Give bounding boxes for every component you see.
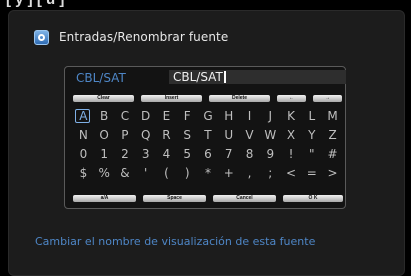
character-key[interactable]: = (301, 164, 322, 183)
space-key[interactable]: Space (143, 195, 206, 202)
character-key[interactable]: B (94, 107, 115, 126)
source-label: CBL/SAT (76, 71, 126, 85)
character-row: $% & '() * +,; < = > (73, 164, 343, 183)
ok-key[interactable]: O K (283, 195, 343, 202)
character-key[interactable]: & (115, 164, 136, 183)
window-title: Entradas/Renombrar fuente (59, 30, 229, 44)
character-key[interactable]: " (301, 145, 322, 164)
character-key[interactable]: C (115, 107, 136, 126)
character-key[interactable]: $ (73, 164, 94, 183)
character-key[interactable]: 3 (135, 145, 156, 164)
character-key[interactable]: 0 (73, 145, 94, 164)
cursor-left-key[interactable]: ← (277, 95, 306, 102)
action-keys-row: a/A Space Cancel O K (73, 195, 343, 202)
character-key[interactable]: 6 (198, 145, 219, 164)
source-name-input[interactable]: CBL/SAT (169, 70, 346, 84)
character-key[interactable]: # (322, 145, 343, 164)
case-toggle-key[interactable]: a/A (73, 195, 136, 202)
character-key[interactable]: X (281, 126, 302, 145)
character-key[interactable]: H (218, 107, 239, 126)
character-key[interactable]: Y (301, 126, 322, 145)
character-key[interactable]: V (239, 126, 260, 145)
edit-keys-row: Clear Insert Delete ← → (73, 95, 343, 102)
character-key[interactable]: ! (281, 145, 302, 164)
character-key[interactable]: U (218, 126, 239, 145)
character-key[interactable]: 2 (115, 145, 136, 164)
character-row: 0 1 2 3 4 5 6 7 8 9! " # (73, 145, 343, 164)
source-icon (34, 29, 49, 45)
character-key[interactable]: ' (135, 164, 156, 183)
character-grid: A B C D E F G H I J K L M N O P Q R S T U V W X Y Z 0 1 2 3 4 5 6 7 8 9! " # $… (73, 107, 343, 183)
character-key[interactable]: T (198, 126, 219, 145)
character-key[interactable]: > (322, 164, 343, 183)
character-key[interactable]: J (260, 107, 281, 126)
character-key[interactable]: P (115, 126, 136, 145)
character-key[interactable]: 4 (156, 145, 177, 164)
source-name-value: CBL/SAT (173, 70, 223, 84)
character-key[interactable]: O (94, 126, 115, 145)
character-key[interactable]: 7 (218, 145, 239, 164)
character-key[interactable]: * (198, 164, 219, 183)
character-key[interactable]: + (218, 164, 239, 183)
character-key[interactable]: 8 (239, 145, 260, 164)
text-cursor (223, 71, 226, 83)
character-key[interactable]: ) (177, 164, 198, 183)
character-key[interactable]: F (177, 107, 198, 126)
help-text: Cambiar el nombre de visualización de es… (35, 235, 316, 248)
character-key[interactable]: I (239, 107, 260, 126)
character-key[interactable]: K (281, 107, 302, 126)
character-key[interactable]: < (281, 164, 302, 183)
character-row: NOPQRSTUVWXYZ (73, 126, 343, 145)
character-key[interactable]: N (73, 126, 94, 145)
character-key[interactable]: ; (260, 164, 281, 183)
character-key[interactable]: M (322, 107, 343, 126)
character-key[interactable]: Q (135, 126, 156, 145)
character-key[interactable]: % (94, 164, 115, 183)
character-key[interactable]: R (156, 126, 177, 145)
character-key[interactable]: S (177, 126, 198, 145)
character-key[interactable]: A (73, 107, 94, 126)
insert-key[interactable]: Insert (141, 95, 202, 102)
character-key[interactable]: 9 (260, 145, 281, 164)
character-key[interactable]: , (239, 164, 260, 183)
character-key[interactable]: W (260, 126, 281, 145)
character-key[interactable]: D (135, 107, 156, 126)
clear-key[interactable]: Clear (73, 95, 134, 102)
character-key[interactable]: E (156, 107, 177, 126)
cursor-right-key[interactable]: → (313, 95, 342, 102)
character-key[interactable]: Z (322, 126, 343, 145)
character-key[interactable]: G (198, 107, 219, 126)
character-row: ABCDEFGHIJKLM (73, 107, 343, 126)
cancel-key[interactable]: Cancel (213, 195, 276, 202)
character-key[interactable]: L (301, 107, 322, 126)
delete-key[interactable]: Delete (209, 95, 270, 102)
character-key[interactable]: 1 (94, 145, 115, 164)
window-title-bar: Entradas/Renombrar fuente (34, 29, 228, 45)
top-caption: [ y ] [ u ] (0, 0, 411, 9)
character-key[interactable]: 5 (177, 145, 198, 164)
character-key[interactable]: ( (156, 164, 177, 183)
